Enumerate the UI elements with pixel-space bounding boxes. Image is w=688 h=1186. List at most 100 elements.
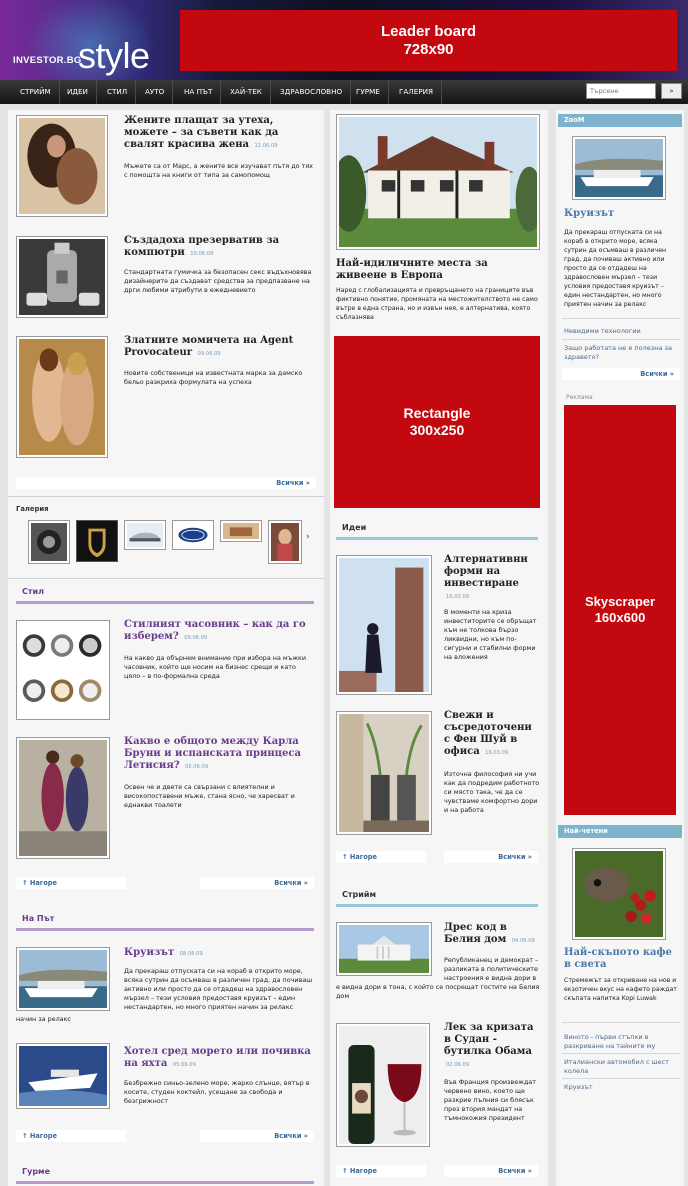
article-title[interactable]: Какво е общото между Карла Бруни и испан… — [124, 736, 314, 773]
nav-item-style[interactable]: СТИЛ — [99, 80, 137, 104]
all-articles-link[interactable]: Всички » — [444, 851, 538, 863]
gallery-thumb[interactable] — [220, 520, 262, 542]
article-image[interactable] — [16, 236, 108, 318]
article-title[interactable]: Свежи и съсредоточени с Фен Шуй в офиса … — [444, 710, 540, 759]
article-title[interactable]: Алтернативни форми на инвестиране 16.03.… — [444, 554, 540, 603]
article-title[interactable]: Лек за кризата в Судан - бутилка Обама 0… — [444, 1022, 540, 1071]
skyscraper-ad-size: 160x600 — [594, 610, 646, 625]
section-underline — [16, 928, 314, 931]
site-header: INVESTOR.BG style Leader board 728x90 — [0, 0, 688, 80]
article-image[interactable] — [16, 737, 110, 859]
gallery-thumb[interactable] — [28, 520, 70, 564]
article-image[interactable] — [336, 555, 432, 695]
article-title[interactable]: Хотел сред морето или почивка на яхта 05… — [124, 1046, 314, 1071]
divider — [8, 578, 324, 579]
zoom-link[interactable]: Защо работата не е полезна за здравето? — [564, 344, 680, 362]
article-image[interactable] — [16, 620, 110, 720]
photo-woman-icon — [271, 523, 299, 561]
section-title-style[interactable]: Стил — [22, 587, 44, 597]
article-summary: Републиканец и демократ – разликата в по… — [444, 956, 539, 984]
article-title[interactable]: Дрес код в Белия дом 04.06.09 — [444, 922, 540, 947]
article-summary: Новите собственици на известната марка з… — [124, 369, 303, 386]
all-articles-link[interactable]: Всички » — [200, 1130, 314, 1142]
skyscraper-ad[interactable]: Skyscraper 160x600 — [564, 405, 676, 815]
search-button[interactable]: » — [661, 83, 682, 99]
section-title-road[interactable]: На Път — [22, 914, 54, 924]
back-to-top-link[interactable]: ↑ Нагоре — [336, 1165, 426, 1177]
back-to-top-link[interactable]: ↑ Нагоре — [16, 1130, 126, 1142]
photo-civet-coffee-icon — [575, 851, 663, 937]
all-articles-link[interactable]: Всички » — [444, 1165, 538, 1177]
most-read-image[interactable] — [572, 848, 666, 940]
feature-image[interactable] — [336, 114, 540, 250]
nav-item-ideas[interactable]: ИДЕИ — [59, 80, 97, 104]
photo-white-house-icon — [339, 925, 429, 973]
divider — [562, 1053, 680, 1054]
article-title[interactable]: Жените плащат за утеха, можете – за съве… — [124, 115, 316, 152]
photo-car-icon — [127, 523, 163, 547]
nav-item-stream[interactable]: СТРИЙМ — [12, 80, 60, 104]
article-image[interactable] — [16, 115, 108, 217]
section-title-ideas[interactable]: Идеи — [342, 523, 366, 533]
nav-item-gallery[interactable]: ГАЛЕРИЯ — [391, 80, 442, 104]
article-image[interactable] — [16, 947, 110, 1011]
search-input[interactable] — [586, 83, 656, 99]
zoom-title[interactable]: Круизът — [564, 208, 680, 220]
gallery-thumb[interactable] — [124, 520, 166, 550]
divider — [562, 1078, 680, 1079]
ad-label: Реклама — [566, 394, 593, 401]
article-image[interactable] — [336, 1023, 430, 1147]
leaderboard-ad[interactable]: Leader board 728x90 — [180, 10, 677, 71]
back-to-top-link[interactable]: ↑ Нагоре — [16, 877, 126, 889]
most-read-link[interactable]: Виното - първи стъпки в разкриване на та… — [564, 1033, 680, 1051]
back-to-top-link[interactable]: ↑ Нагоре — [336, 851, 426, 863]
section-title-gourmet[interactable]: Гурме — [22, 1167, 50, 1177]
nav-item-road[interactable]: НА ПЪТ — [176, 80, 222, 104]
divider — [562, 339, 680, 340]
most-read-link[interactable]: Круизът — [564, 1083, 680, 1092]
nav-item-healthy[interactable]: ЗДРАВОСЛОВНО — [272, 80, 352, 104]
article-image[interactable] — [16, 1043, 110, 1109]
photo-carla-bruni-icon — [19, 740, 107, 856]
rectangle-ad[interactable]: Rectangle 300x250 — [334, 336, 540, 508]
nav-item-hitech[interactable]: ХАЙ-ТЕК — [222, 80, 271, 104]
logo-style[interactable]: style — [78, 33, 150, 80]
gallery-next-arrow[interactable]: › — [306, 532, 310, 544]
article-image[interactable] — [336, 922, 432, 976]
article-title[interactable]: Създадоха презерватив за компютри 10.06.… — [124, 235, 316, 260]
article-date: 09.06.09 — [184, 635, 208, 641]
gallery-thumb[interactable] — [172, 520, 214, 550]
gallery-thumb[interactable] — [268, 520, 302, 564]
feature-title[interactable]: Най-идиличните места за живеене в Европа — [336, 258, 542, 282]
all-articles-link[interactable]: Всички » — [16, 477, 316, 489]
article-summary-continued: начин за релакс — [16, 1015, 71, 1023]
all-articles-link[interactable]: Всички » — [200, 877, 314, 889]
section-title-stream[interactable]: Стрийм — [342, 890, 376, 900]
article-image[interactable] — [336, 711, 432, 835]
article-summary: Във Франция произвеждат червено вино, ко… — [444, 1078, 536, 1122]
nav-item-gourmet[interactable]: ГУРМЕ — [348, 80, 389, 104]
photo-watches-icon — [19, 623, 107, 717]
most-read-header: Най-четени — [558, 825, 682, 838]
logo-investor[interactable]: INVESTOR.BG — [13, 55, 82, 67]
article-title[interactable]: Круизът 08.06.09 — [124, 947, 314, 960]
most-read-summary: Стремежът за откриване на нов и екзотиче… — [564, 977, 677, 1002]
nav-item-auto[interactable]: АУТО — [137, 80, 174, 104]
gallery-thumb[interactable] — [76, 520, 118, 562]
most-read-link[interactable]: Италиански автомобил с шест колела — [564, 1058, 680, 1076]
photo-tudor-house-icon — [339, 117, 537, 247]
leaderboard-ad-size: 728x90 — [403, 40, 454, 58]
all-articles-link[interactable]: Всички » — [562, 368, 680, 380]
article-summary: Стандартната гумичка за безопасен секс в… — [124, 268, 312, 294]
article-date: 09.06.09 — [197, 351, 221, 357]
rectangle-ad-label: Rectangle — [403, 405, 471, 421]
zoom-summary: Да прекараш отпуската си на кораб в откр… — [564, 229, 667, 308]
article-title[interactable]: Стилният часовник – как да го изберем? 0… — [124, 619, 314, 644]
gallery-label: Галерия — [16, 505, 49, 513]
article-date: 05.06.09 — [185, 764, 209, 770]
zoom-link[interactable]: Невидими технологии — [564, 327, 680, 336]
zoom-image[interactable] — [572, 136, 666, 200]
most-read-title[interactable]: Най-скъпото кафе в света — [564, 947, 680, 971]
article-image[interactable] — [16, 336, 108, 458]
article-title[interactable]: Златните момичета на Agent Provocateur 0… — [124, 335, 316, 360]
